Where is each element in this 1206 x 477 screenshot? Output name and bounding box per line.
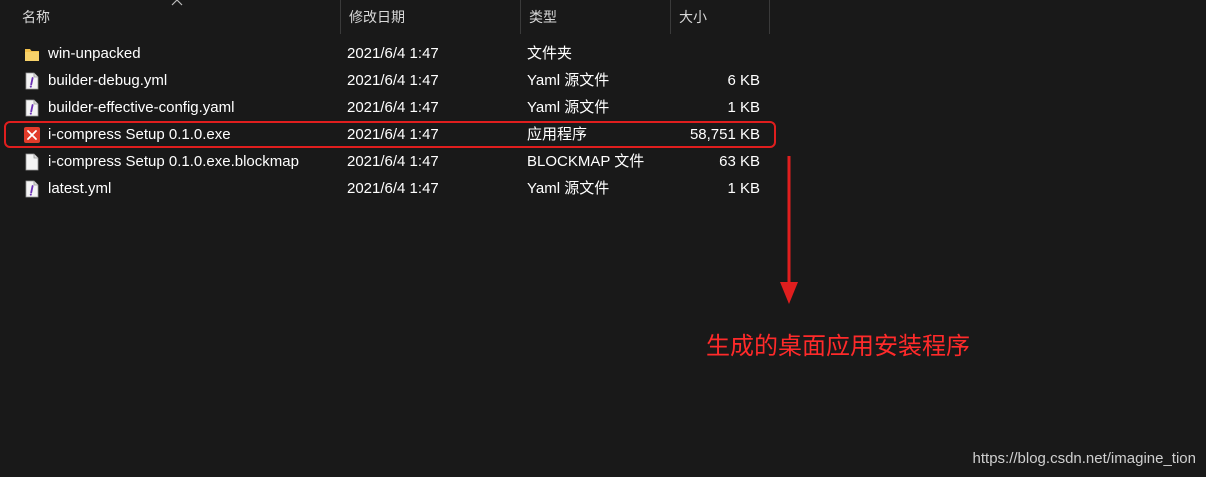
file-date: 2021/6/4 1:47 xyxy=(347,45,439,62)
file-type: BLOCKMAP 文件 xyxy=(527,153,645,170)
file-row-builder-effective-config[interactable]: builder-effective-config.yaml 2021/6/4 1… xyxy=(0,94,780,121)
column-header-name[interactable]: 名称 xyxy=(14,0,340,34)
column-header-bar: 名称 修改日期 类型 大小 xyxy=(0,0,770,34)
file-size: 1 KB xyxy=(727,180,760,197)
file-type: 文件夹 xyxy=(527,45,573,62)
file-row-builder-debug[interactable]: builder-debug.yml 2021/6/4 1:47 Yaml 源文件… xyxy=(0,67,780,94)
file-name: builder-debug.yml xyxy=(48,72,168,89)
file-size: 1 KB xyxy=(727,99,760,116)
file-name: latest.yml xyxy=(48,180,112,197)
file-size: 6 KB xyxy=(727,72,760,89)
file-row-latest-yml[interactable]: latest.yml 2021/6/4 1:47 Yaml 源文件 1 KB xyxy=(0,175,780,202)
highlight-box xyxy=(4,121,776,148)
file-row-win-unpacked[interactable]: win-unpacked 2021/6/4 1:47 文件夹 xyxy=(0,40,780,67)
annotation-text: 生成的桌面应用安装程序 xyxy=(706,332,970,360)
file-name: builder-effective-config.yaml xyxy=(48,99,235,116)
file-name: i-compress Setup 0.1.0.exe.blockmap xyxy=(48,153,299,170)
column-header-date[interactable]: 修改日期 xyxy=(340,0,520,34)
file-type: Yaml 源文件 xyxy=(527,72,610,89)
file-size: 63 KB xyxy=(719,153,760,170)
file-date: 2021/6/4 1:47 xyxy=(347,99,439,116)
column-header-type[interactable]: 类型 xyxy=(520,0,670,34)
yaml-file-icon xyxy=(25,180,39,198)
watermark: https://blog.csdn.net/imagine_tion xyxy=(972,450,1196,467)
yaml-file-icon xyxy=(25,99,39,117)
file-row-blockmap[interactable]: i-compress Setup 0.1.0.exe.blockmap 2021… xyxy=(0,148,780,175)
file-type: Yaml 源文件 xyxy=(527,99,610,116)
annotation-arrow xyxy=(780,156,798,304)
file-date: 2021/6/4 1:47 xyxy=(347,72,439,89)
folder-icon xyxy=(25,49,39,61)
file-name: win-unpacked xyxy=(48,45,141,62)
column-header-size[interactable]: 大小 xyxy=(670,0,770,34)
file-type: Yaml 源文件 xyxy=(527,180,610,197)
yaml-file-icon xyxy=(25,72,39,90)
file-date: 2021/6/4 1:47 xyxy=(347,180,439,197)
blank-file-icon xyxy=(25,153,39,171)
file-date: 2021/6/4 1:47 xyxy=(347,153,439,170)
